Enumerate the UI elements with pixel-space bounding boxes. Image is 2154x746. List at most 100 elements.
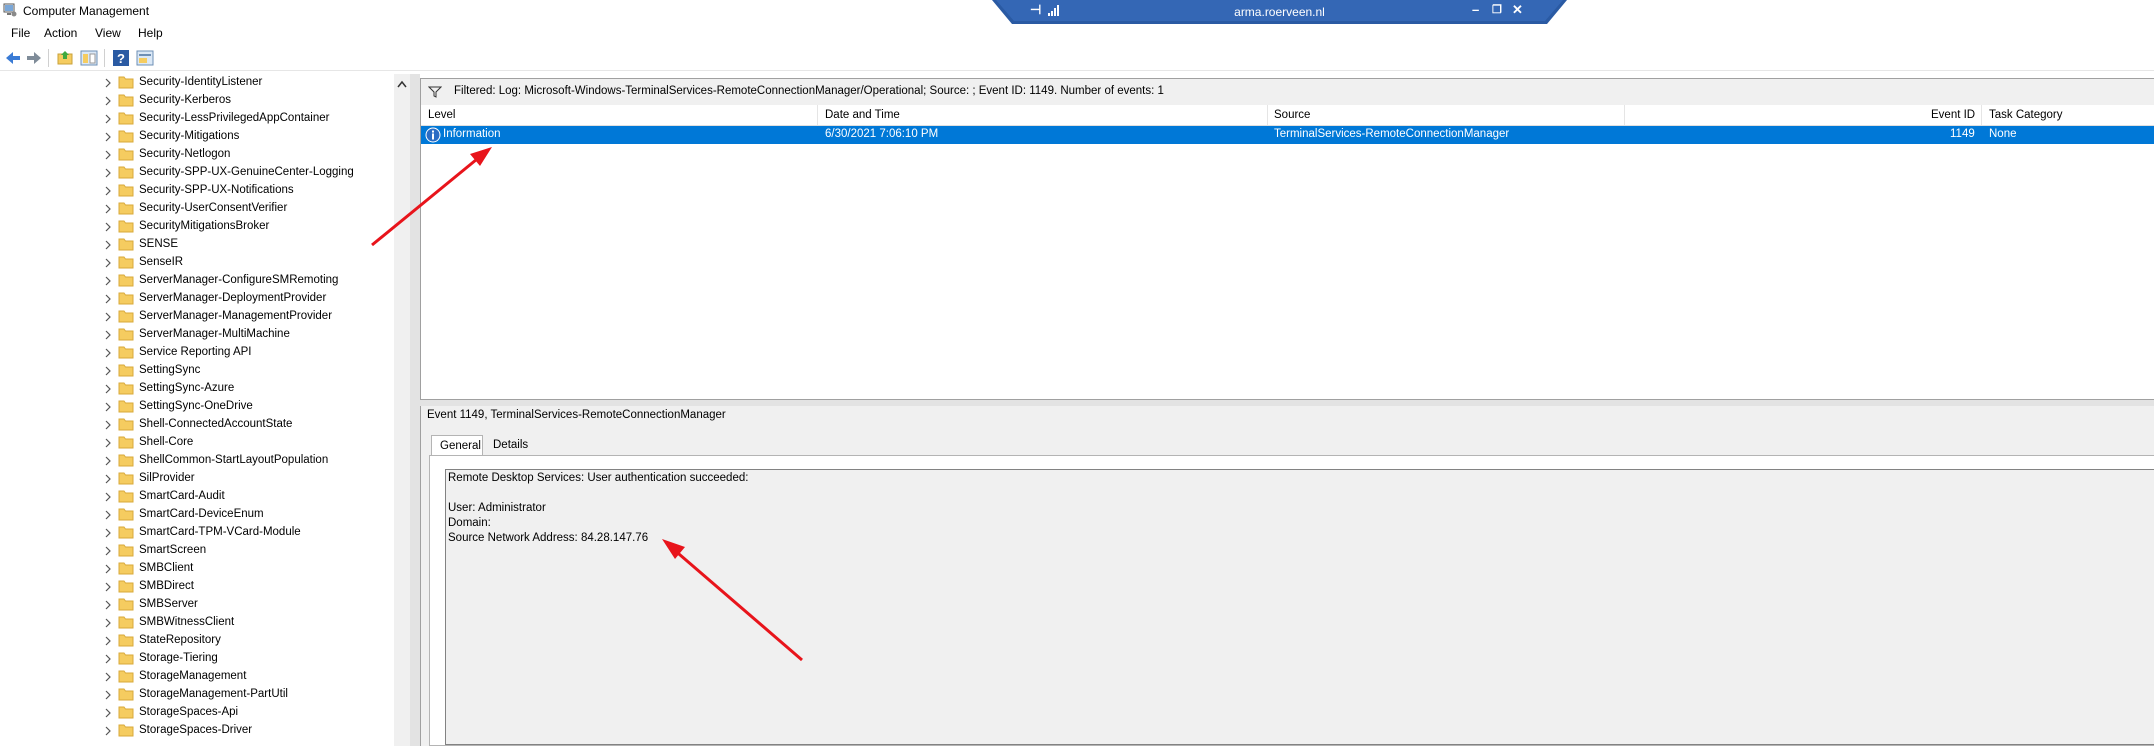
chevron-right-icon[interactable] [103,726,113,736]
chevron-right-icon[interactable] [103,114,113,124]
tree-item[interactable]: Security-SPP-UX-GenuineCenter-Logging [0,164,400,182]
close-button[interactable]: ✕ [1512,3,1523,17]
tree-item[interactable]: Shell-ConnectedAccountState [0,416,400,434]
event-description[interactable]: Remote Desktop Services: User authentica… [445,469,2154,745]
column-task-category[interactable]: Task Category [1989,109,2063,121]
chevron-right-icon[interactable] [103,276,113,286]
tree-item[interactable]: SMBServer [0,596,400,614]
tree-item[interactable]: SmartCard-Audit [0,488,400,506]
tree-item[interactable]: SettingSync [0,362,400,380]
chevron-right-icon[interactable] [103,582,113,592]
chevron-right-icon[interactable] [103,312,113,322]
tree-item[interactable]: StateRepository [0,632,400,650]
chevron-right-icon[interactable] [103,384,113,394]
tree-item[interactable]: Service Reporting API [0,344,400,362]
column-date[interactable]: Date and Time [825,109,900,121]
chevron-right-icon[interactable] [103,402,113,412]
tree-item[interactable]: ShellCommon-StartLayoutPopulation [0,452,400,470]
tree-item[interactable]: SettingSync-Azure [0,380,400,398]
pane-splitter[interactable] [410,74,420,746]
chevron-right-icon[interactable] [103,708,113,718]
tree-item[interactable]: Storage-Tiering [0,650,400,668]
up-folder-icon[interactable] [56,49,74,67]
tree-item[interactable]: SmartCard-TPM-VCard-Module [0,524,400,542]
column-source[interactable]: Source [1274,109,1310,121]
tree-item[interactable]: StorageSpaces-Api [0,704,400,722]
chevron-right-icon[interactable] [103,618,113,628]
chevron-right-icon[interactable] [103,672,113,682]
chevron-right-icon[interactable] [103,294,113,304]
chevron-right-icon[interactable] [103,474,113,484]
remote-desktop-connection-bar[interactable]: ⊣ arma.roerveen.nl – ❐ ✕ [992,0,1567,26]
properties-icon[interactable] [136,49,154,67]
column-separator[interactable] [1981,105,1982,125]
tree-item[interactable]: SENSE [0,236,400,254]
tree-item[interactable]: SilProvider [0,470,400,488]
column-event-id[interactable]: Event ID [1931,109,1975,121]
chevron-right-icon[interactable] [103,366,113,376]
tree-item[interactable]: SettingSync-OneDrive [0,398,400,416]
chevron-right-icon[interactable] [103,564,113,574]
restore-button[interactable]: ❐ [1492,3,1502,17]
menu-help[interactable]: Help [138,26,163,40]
tree-scrollbar[interactable] [394,74,410,746]
back-arrow-icon[interactable] [4,49,22,67]
tree-item[interactable]: Security-UserConsentVerifier [0,200,400,218]
chevron-right-icon[interactable] [103,330,113,340]
tree-item[interactable]: Security-Netlogon [0,146,400,164]
tree-item[interactable]: StorageSpaces-Driver [0,722,400,740]
tab-details[interactable]: Details [485,435,537,455]
column-level[interactable]: Level [428,109,456,121]
tree-item[interactable]: Shell-Core [0,434,400,452]
chevron-right-icon[interactable] [103,546,113,556]
tree-item[interactable]: ServerManager-ConfigureSMRemoting [0,272,400,290]
tree-item[interactable]: SMBDirect [0,578,400,596]
menu-action[interactable]: Action [44,26,77,40]
chevron-right-icon[interactable] [103,96,113,106]
chevron-right-icon[interactable] [103,222,113,232]
tree-item[interactable]: SMBWitnessClient [0,614,400,632]
chevron-right-icon[interactable] [103,240,113,250]
chevron-right-icon[interactable] [103,690,113,700]
tree-item[interactable]: SMBClient [0,560,400,578]
show-hide-console-tree-icon[interactable] [80,49,98,67]
forward-arrow-icon[interactable] [25,49,43,67]
tree-item[interactable]: StorageManagement-PartUtil [0,686,400,704]
chevron-right-icon[interactable] [103,150,113,160]
tree-item[interactable]: SecurityMitigationsBroker [0,218,400,236]
chevron-right-icon[interactable] [103,456,113,466]
tree-item[interactable]: Security-Mitigations [0,128,400,146]
chevron-right-icon[interactable] [103,420,113,430]
tree-item[interactable]: SenseIR [0,254,400,272]
chevron-right-icon[interactable] [103,186,113,196]
column-separator[interactable] [1267,105,1268,125]
tree-item[interactable]: ServerManager-MultiMachine [0,326,400,344]
menu-file[interactable]: File [11,26,30,40]
tree-item[interactable]: SmartCard-DeviceEnum [0,506,400,524]
chevron-right-icon[interactable] [103,132,113,142]
chevron-right-icon[interactable] [103,636,113,646]
tree-item[interactable]: Security-LessPrivilegedAppContainer [0,110,400,128]
chevron-right-icon[interactable] [103,600,113,610]
chevron-right-icon[interactable] [103,492,113,502]
column-separator[interactable] [1624,105,1625,125]
tree-item[interactable]: ServerManager-ManagementProvider [0,308,400,326]
tree-item[interactable]: SmartScreen [0,542,400,560]
chevron-right-icon[interactable] [103,510,113,520]
help-icon[interactable]: ? [112,49,130,67]
tree-item[interactable]: ServerManager-DeploymentProvider [0,290,400,308]
tab-general[interactable]: General [431,435,483,456]
scroll-up-arrow-icon[interactable] [397,80,407,88]
chevron-right-icon[interactable] [103,78,113,88]
minimize-button[interactable]: – [1472,3,1479,17]
chevron-right-icon[interactable] [103,204,113,214]
chevron-right-icon[interactable] [103,258,113,268]
tree-item[interactable]: StorageManagement [0,668,400,686]
event-row[interactable]: Information 6/30/2021 7:06:10 PM Termina… [421,126,2154,144]
chevron-right-icon[interactable] [103,168,113,178]
tree-item[interactable]: Security-IdentityListener [0,74,400,92]
chevron-right-icon[interactable] [103,528,113,538]
chevron-right-icon[interactable] [103,348,113,358]
menu-view[interactable]: View [95,26,121,40]
column-separator[interactable] [817,105,818,125]
